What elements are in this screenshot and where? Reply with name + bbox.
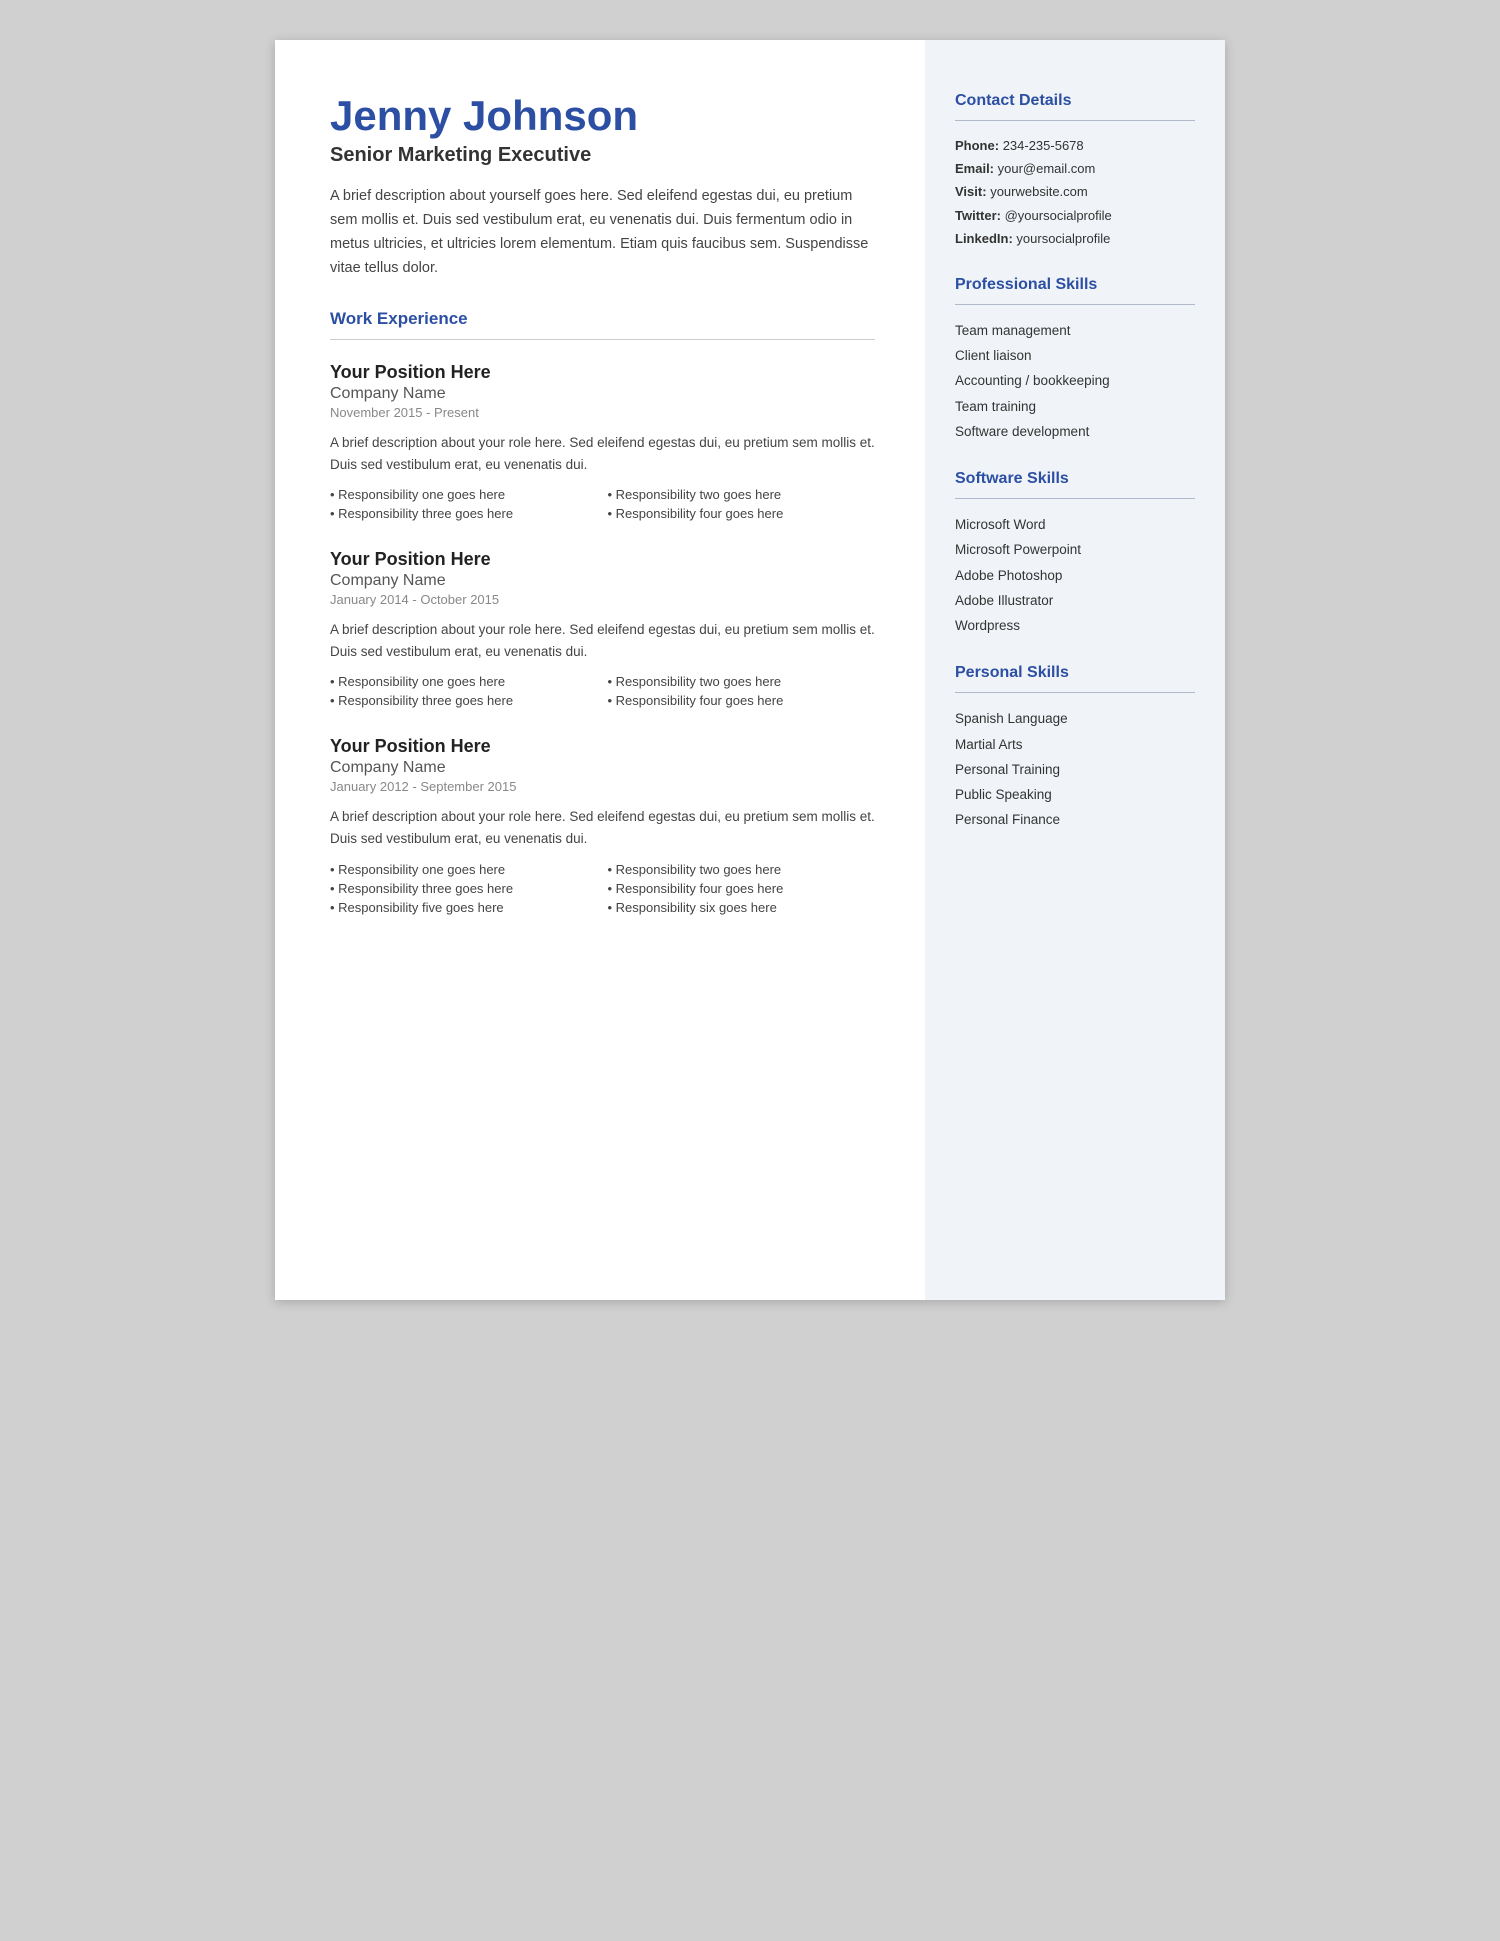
job-desc-3: A brief description about your role here…: [330, 806, 875, 849]
work-divider: [330, 339, 875, 340]
bio-text: A brief description about yourself goes …: [330, 185, 875, 281]
prof-skill-4: Team training: [955, 397, 1195, 417]
resp-2-1: Responsibility one goes here: [330, 674, 598, 689]
responsibilities-3: Responsibility one goes here Responsibil…: [330, 862, 875, 915]
twitter-value: @yoursocialprofile: [1005, 208, 1112, 223]
personal-skill-2: Martial Arts: [955, 735, 1195, 755]
resp-3-3: Responsibility three goes here: [330, 881, 598, 896]
resp-3-4: Responsibility four goes here: [608, 881, 876, 896]
responsibilities-2: Responsibility one goes here Responsibil…: [330, 674, 875, 708]
software-skills-divider: [955, 498, 1195, 499]
phone-value: 234-235-5678: [1003, 138, 1084, 153]
company-name-1: Company Name: [330, 385, 875, 403]
phone-label: Phone:: [955, 138, 999, 153]
contact-email: Email: your@email.com: [955, 160, 1195, 178]
resp-1-4: Responsibility four goes here: [608, 506, 876, 521]
prof-skills-divider: [955, 304, 1195, 305]
contact-linkedin: LinkedIn: yoursocialprofile: [955, 230, 1195, 248]
linkedin-label: LinkedIn:: [955, 231, 1013, 246]
job-title-1: Your Position Here: [330, 362, 875, 383]
date-range-1: November 2015 - Present: [330, 405, 875, 420]
resp-3-1: Responsibility one goes here: [330, 862, 598, 877]
resp-2-4: Responsibility four goes here: [608, 693, 876, 708]
job-title-3: Your Position Here: [330, 736, 875, 757]
prof-skill-3: Accounting / bookkeeping: [955, 371, 1195, 391]
resp-1-3: Responsibility three goes here: [330, 506, 598, 521]
software-skill-4: Adobe Illustrator: [955, 591, 1195, 611]
job-block-3: Your Position Here Company Name January …: [330, 736, 875, 914]
professional-skills-section: Professional Skills Team management Clie…: [955, 276, 1195, 442]
visit-label: Visit:: [955, 184, 987, 199]
email-value: your@email.com: [998, 161, 1096, 176]
email-label: Email:: [955, 161, 994, 176]
software-skill-3: Adobe Photoshop: [955, 566, 1195, 586]
personal-skills-heading: Personal Skills: [955, 664, 1195, 682]
personal-skill-3: Personal Training: [955, 760, 1195, 780]
contact-visit: Visit: yourwebsite.com: [955, 183, 1195, 201]
contact-divider: [955, 120, 1195, 121]
date-range-2: January 2014 - October 2015: [330, 592, 875, 607]
personal-skill-1: Spanish Language: [955, 709, 1195, 729]
company-name-3: Company Name: [330, 759, 875, 777]
resp-1-2: Responsibility two goes here: [608, 487, 876, 502]
resp-2-2: Responsibility two goes here: [608, 674, 876, 689]
candidate-title: Senior Marketing Executive: [330, 144, 875, 167]
responsibilities-1: Responsibility one goes here Responsibil…: [330, 487, 875, 521]
contact-section: Contact Details Phone: 234-235-5678 Emai…: [955, 92, 1195, 248]
contact-twitter: Twitter: @yoursocialprofile: [955, 207, 1195, 225]
software-skill-1: Microsoft Word: [955, 515, 1195, 535]
job-block-1: Your Position Here Company Name November…: [330, 362, 875, 521]
resume-page: Jenny Johnson Senior Marketing Executive…: [275, 40, 1225, 1300]
date-range-3: January 2012 - September 2015: [330, 779, 875, 794]
resp-3-2: Responsibility two goes here: [608, 862, 876, 877]
software-skill-2: Microsoft Powerpoint: [955, 540, 1195, 560]
name-section: Jenny Johnson Senior Marketing Executive: [330, 92, 875, 167]
work-experience-heading: Work Experience: [330, 309, 875, 329]
job-block-2: Your Position Here Company Name January …: [330, 549, 875, 708]
left-column: Jenny Johnson Senior Marketing Executive…: [275, 40, 925, 1300]
right-column: Contact Details Phone: 234-235-5678 Emai…: [925, 40, 1225, 1300]
contact-heading: Contact Details: [955, 92, 1195, 110]
personal-skills-section: Personal Skills Spanish Language Martial…: [955, 664, 1195, 830]
resp-2-3: Responsibility three goes here: [330, 693, 598, 708]
resp-1-1: Responsibility one goes here: [330, 487, 598, 502]
linkedin-value: yoursocialprofile: [1016, 231, 1110, 246]
personal-skill-4: Public Speaking: [955, 785, 1195, 805]
job-title-2: Your Position Here: [330, 549, 875, 570]
prof-skill-5: Software development: [955, 422, 1195, 442]
software-skills-heading: Software Skills: [955, 470, 1195, 488]
software-skill-5: Wordpress: [955, 616, 1195, 636]
twitter-label: Twitter:: [955, 208, 1001, 223]
personal-skill-5: Personal Finance: [955, 810, 1195, 830]
visit-value: yourwebsite.com: [990, 184, 1088, 199]
personal-skills-divider: [955, 692, 1195, 693]
software-skills-section: Software Skills Microsoft Word Microsoft…: [955, 470, 1195, 636]
resp-3-5: Responsibility five goes here: [330, 900, 598, 915]
prof-skill-1: Team management: [955, 321, 1195, 341]
company-name-2: Company Name: [330, 572, 875, 590]
job-desc-1: A brief description about your role here…: [330, 432, 875, 475]
contact-phone: Phone: 234-235-5678: [955, 137, 1195, 155]
resp-3-6: Responsibility six goes here: [608, 900, 876, 915]
professional-skills-heading: Professional Skills: [955, 276, 1195, 294]
job-desc-2: A brief description about your role here…: [330, 619, 875, 662]
prof-skill-2: Client liaison: [955, 346, 1195, 366]
candidate-name: Jenny Johnson: [330, 92, 875, 140]
